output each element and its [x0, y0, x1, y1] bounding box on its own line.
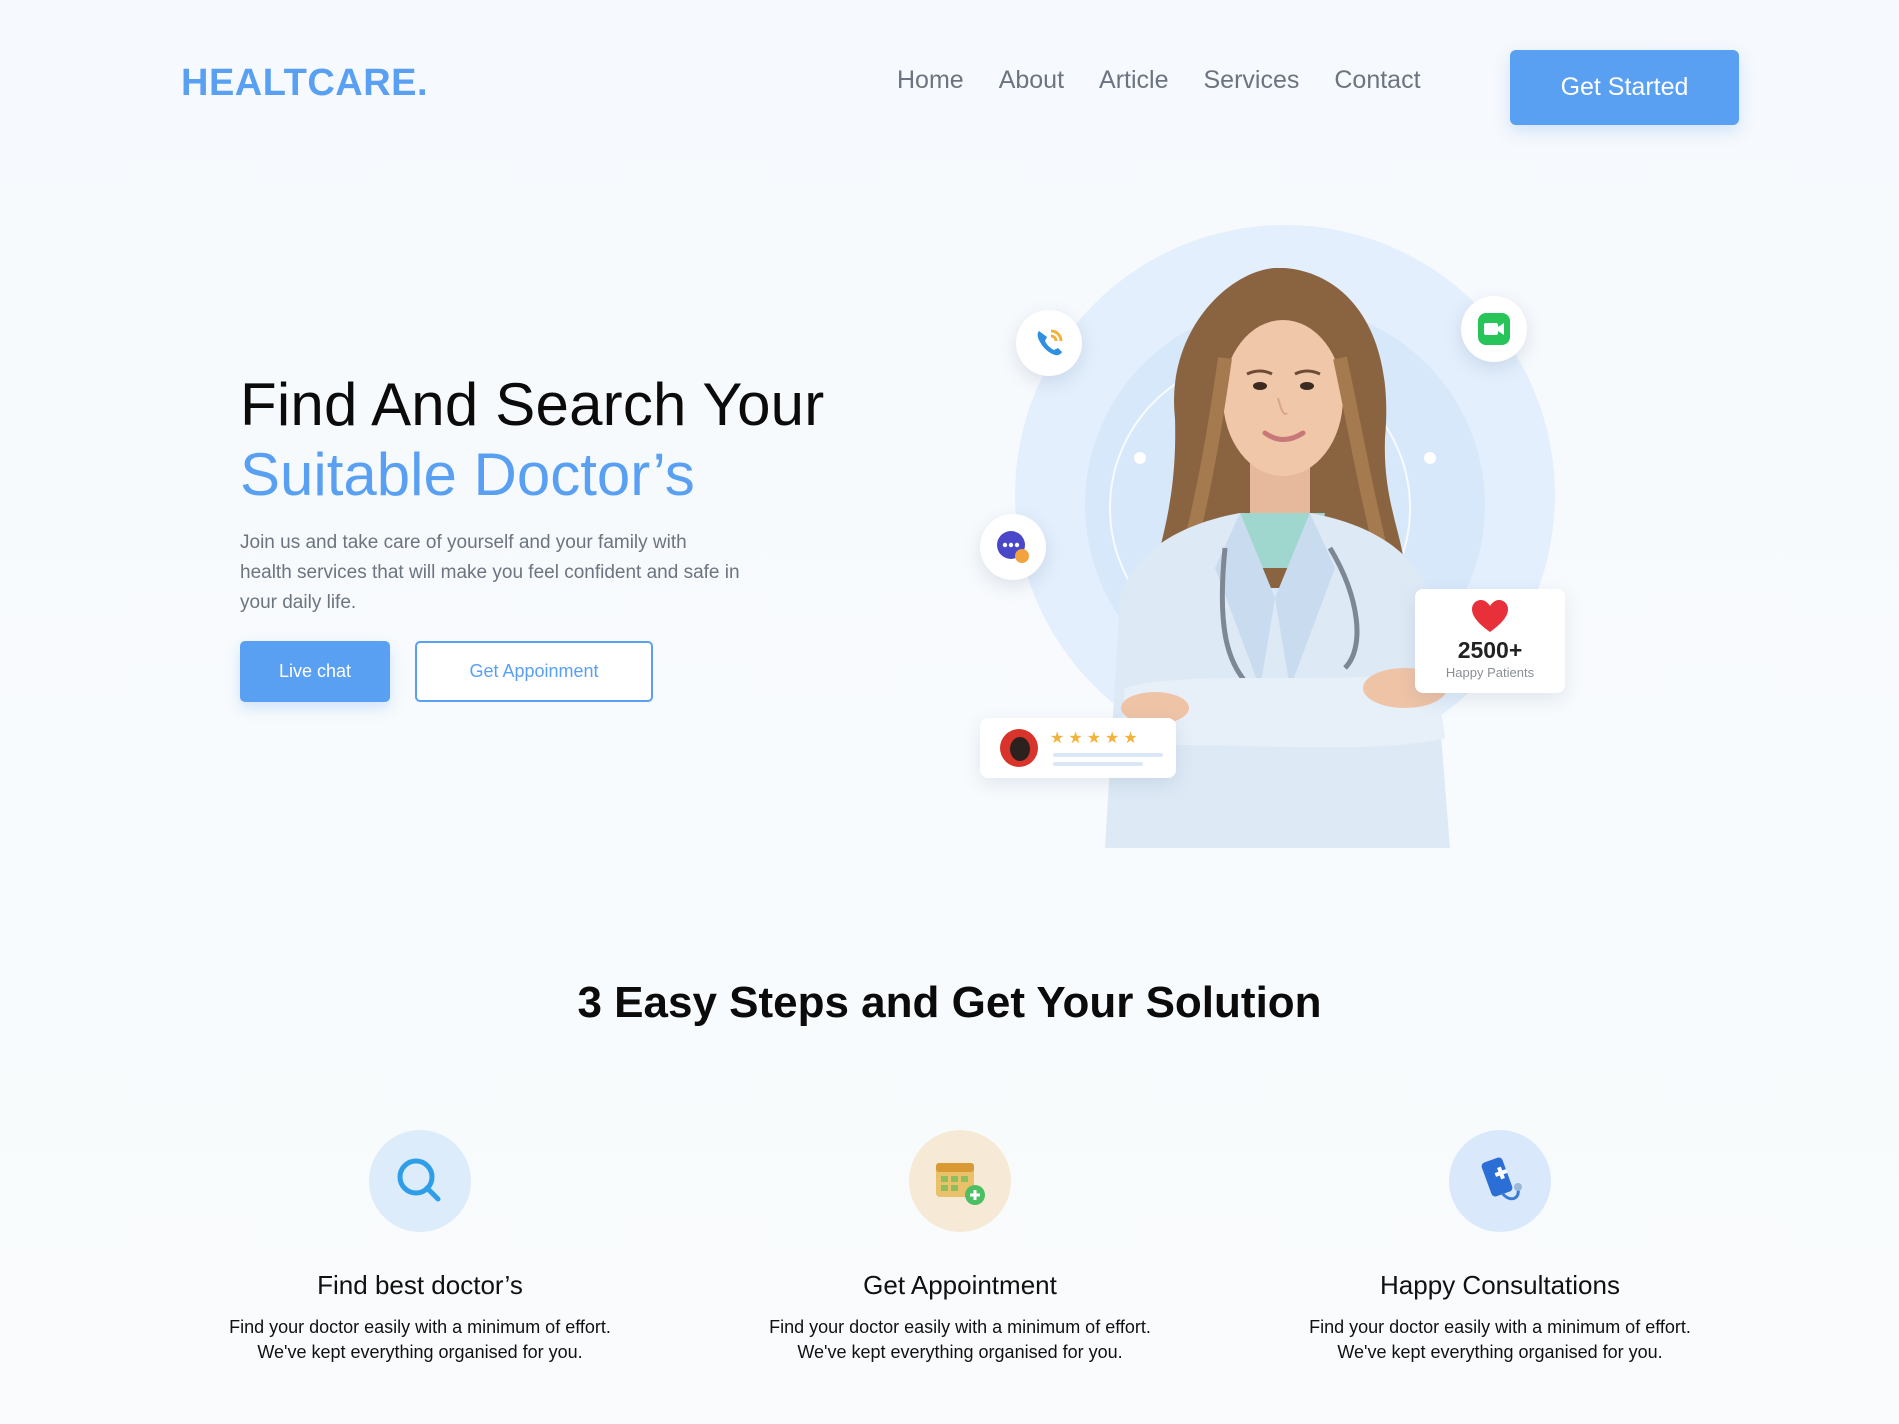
- steps-title: 3 Easy Steps and Get Your Solution: [577, 978, 1322, 1027]
- step-description: Find your doctor easily with a minimum o…: [740, 1315, 1180, 1365]
- step-icon-wrap: [1449, 1130, 1551, 1232]
- step-get-appointment: Get Appointment Find your doctor easily …: [740, 1130, 1180, 1365]
- logo[interactable]: HEALTCARE.: [181, 62, 428, 105]
- step-title: Find best doctor’s: [317, 1270, 523, 1300]
- reviewer-avatar: [1000, 729, 1038, 767]
- medical-phone-icon: [1481, 1157, 1522, 1201]
- get-appointment-button[interactable]: Get Appoinment: [415, 641, 653, 702]
- step-title: Get Appointment: [863, 1270, 1057, 1300]
- step-description: Find your doctor easily with a minimum o…: [1280, 1315, 1720, 1365]
- nav-services[interactable]: Services: [1204, 66, 1300, 95]
- step-desc-line2: We've kept everything organised for you.: [257, 1342, 583, 1362]
- nav-about[interactable]: About: [999, 66, 1064, 95]
- chat-icon: [997, 531, 1029, 563]
- nav-home[interactable]: Home: [897, 66, 964, 95]
- hero-title-line1: Find And Search Your: [240, 371, 825, 438]
- rating-line-2: [1053, 762, 1143, 766]
- video-icon: [1478, 313, 1510, 345]
- heart-icon: [1472, 600, 1508, 632]
- step-description: Find your doctor easily with a minimum o…: [200, 1315, 640, 1365]
- happy-patients-card: 2500+ Happy Patients: [1415, 589, 1565, 693]
- patients-label: Happy Patients: [1445, 665, 1535, 680]
- video-call-bubble[interactable]: [1461, 296, 1527, 362]
- step-icon-wrap: [369, 1130, 471, 1232]
- step-title: Happy Consultations: [1380, 1270, 1620, 1300]
- step-desc-line1: Find your doctor easily with a minimum o…: [769, 1317, 1151, 1337]
- hero-title-line2: Suitable Doctor’s: [240, 441, 695, 508]
- step-find-doctor: Find best doctor’s Find your doctor easi…: [200, 1130, 640, 1365]
- landing-page: HEALTCARE. Home About Article Services C…: [0, 0, 1899, 1424]
- chat-bubble[interactable]: [980, 514, 1046, 580]
- calendar-icon: [936, 1163, 985, 1205]
- step-icon-wrap: [909, 1130, 1011, 1232]
- rating-card: ★★★★★: [980, 718, 1176, 778]
- step-happy-consultations: Happy Consultations Find your doctor eas…: [1280, 1130, 1720, 1365]
- patients-count: 2500+: [1457, 637, 1523, 663]
- main-nav: Home About Article Services Contact: [897, 66, 1456, 95]
- nav-contact[interactable]: Contact: [1334, 66, 1420, 95]
- phone-icon: [1037, 329, 1063, 356]
- phone-call-bubble[interactable]: [1016, 310, 1082, 376]
- step-desc-line1: Find your doctor easily with a minimum o…: [1309, 1317, 1691, 1337]
- search-icon: [397, 1158, 441, 1202]
- star-rating: ★★★★★: [1050, 730, 1142, 747]
- step-desc-line2: We've kept everything organised for you.: [797, 1342, 1123, 1362]
- hero-description: Join us and take care of yourself and yo…: [240, 532, 740, 613]
- step-desc-line2: We've kept everything organised for you.: [1337, 1342, 1663, 1362]
- rating-line-1: [1053, 753, 1163, 757]
- get-started-button[interactable]: Get Started: [1510, 50, 1739, 125]
- step-desc-line1: Find your doctor easily with a minimum o…: [229, 1317, 611, 1337]
- nav-article[interactable]: Article: [1099, 66, 1168, 95]
- live-chat-button[interactable]: Live chat: [240, 641, 390, 702]
